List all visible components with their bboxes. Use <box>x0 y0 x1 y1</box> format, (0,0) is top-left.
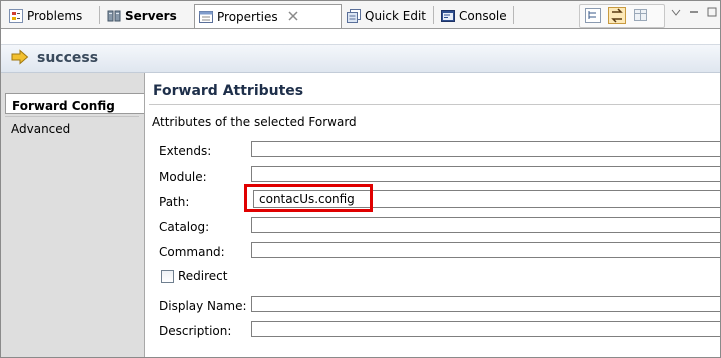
editor-title-bar: success <box>1 44 720 73</box>
minimize-icon[interactable] <box>689 7 699 20</box>
editor-frame: Problems Servers Properties Quick Edit C… <box>0 0 721 358</box>
tree-layout-icon[interactable] <box>584 7 602 24</box>
display-name-field[interactable] <box>251 296 720 312</box>
catalog-label: Catalog: <box>159 220 210 234</box>
section-divider <box>149 104 720 105</box>
command-label: Command: <box>159 245 225 259</box>
path-label: Path: <box>159 195 190 209</box>
tab-separator <box>513 6 514 24</box>
tab-servers[interactable]: Servers <box>103 4 181 27</box>
servers-icon <box>107 9 121 23</box>
sync-icon[interactable] <box>608 7 626 24</box>
maximize-icon[interactable] <box>707 7 717 20</box>
section-title: Forward Attributes <box>153 83 304 99</box>
tab-properties[interactable]: Properties <box>194 4 342 28</box>
nav-item-advanced[interactable]: Advanced <box>5 116 139 137</box>
tab-label: Quick Edit <box>365 8 426 23</box>
display-name-label: Display Name: <box>159 299 247 313</box>
console-icon <box>441 9 455 23</box>
tab-quick-edit[interactable]: Quick Edit <box>343 4 430 27</box>
description-label: Description: <box>159 324 232 338</box>
view-toolbar <box>579 4 665 28</box>
properties-icon <box>199 10 213 24</box>
quick-edit-icon <box>347 8 361 23</box>
close-icon[interactable] <box>288 10 298 24</box>
redirect-label[interactable]: Redirect <box>178 269 228 283</box>
tab-separator <box>99 6 100 24</box>
tab-label: Servers <box>125 8 177 23</box>
tab-label: Problems <box>27 8 83 23</box>
catalog-field[interactable] <box>251 217 720 233</box>
tab-problems[interactable]: Problems <box>5 4 86 27</box>
nav-item-forward-config[interactable]: Forward Config <box>5 93 144 114</box>
highlight-box <box>244 184 373 212</box>
extends-label: Extends: <box>159 144 212 158</box>
extends-field[interactable] <box>251 141 720 157</box>
page-title: success <box>37 50 99 66</box>
forward-arrow-icon <box>11 49 29 65</box>
tab-separator <box>433 6 434 24</box>
module-label: Module: <box>159 170 207 184</box>
view-tab-bar: Problems Servers Properties Quick Edit C… <box>1 1 720 29</box>
command-field[interactable] <box>251 242 720 258</box>
module-field[interactable] <box>251 166 720 182</box>
tab-console[interactable]: Console <box>437 4 511 27</box>
description-field[interactable] <box>251 321 720 337</box>
table-icon[interactable] <box>632 7 650 24</box>
section-description: Attributes of the selected Forward <box>152 115 357 129</box>
tab-label: Properties <box>217 9 278 24</box>
page-navigation: Forward Config Advanced <box>1 73 145 357</box>
tab-label: Console <box>459 8 507 23</box>
redirect-checkbox[interactable] <box>161 270 174 283</box>
view-menu-icon[interactable] <box>671 7 681 20</box>
problems-icon <box>9 8 23 23</box>
